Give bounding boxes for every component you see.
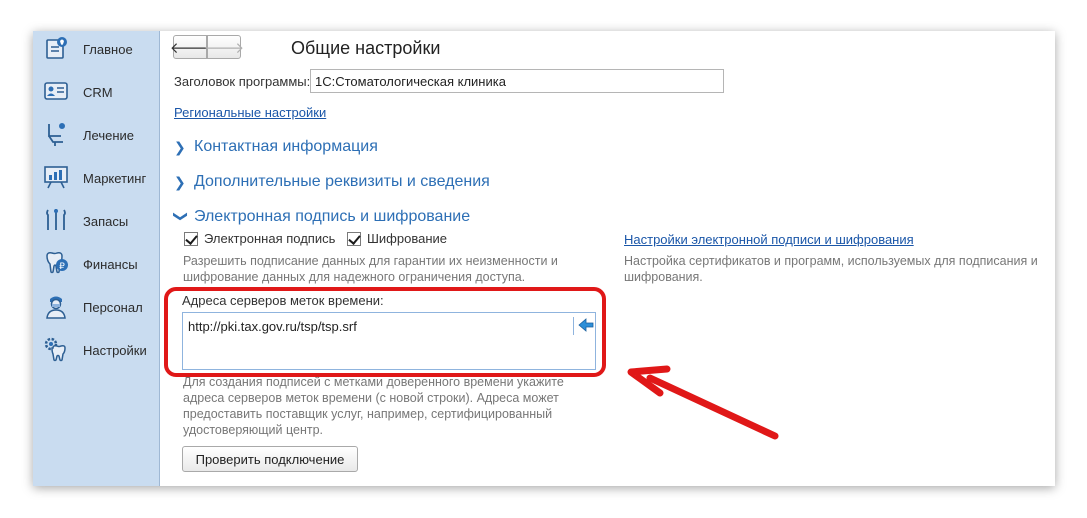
chevron-right-icon: ❯ xyxy=(174,173,186,190)
check-connection-button[interactable]: Проверить подключение xyxy=(182,446,358,472)
program-title-label: Заголовок программы: xyxy=(174,74,311,89)
chart-board-icon xyxy=(44,166,68,189)
svg-text:₽: ₽ xyxy=(59,262,65,272)
sidebar-item-marketing[interactable]: Маркетинг xyxy=(33,160,160,200)
sidebar-item-staff[interactable]: Персонал xyxy=(33,289,160,329)
hint-line: Настройка сертификатов и программ, испол… xyxy=(624,254,1038,268)
checkbox-checked[interactable] xyxy=(184,231,198,246)
home-icon xyxy=(46,37,67,59)
hint-line: удостоверяющий центр. xyxy=(183,423,324,437)
sidebar-item-label: Персонал xyxy=(83,300,143,315)
section-signature-encryption[interactable]: ❯ Электронная подпись и шифрование xyxy=(173,208,471,226)
sidebar-item-crm[interactable]: CRM xyxy=(33,74,160,114)
section-title: Дополнительные реквизиты и сведения xyxy=(194,173,490,190)
settings-form: 🡐 🡒 Общие настройки Заголовок программы:… xyxy=(161,31,1055,486)
section-title: Электронная подпись и шифрование xyxy=(194,208,471,225)
hint-line: Разрешить подписание данных для гарантии… xyxy=(183,254,558,268)
timestamp-servers-hint: Для создания подписей с метками доверенн… xyxy=(183,374,564,438)
hint-line: шифрования. xyxy=(624,270,703,284)
sidebar-item-label: Главное xyxy=(83,42,133,57)
section-title: Контактная информация xyxy=(194,138,378,155)
crm-card-icon xyxy=(44,82,68,100)
signature-settings-hint: Настройка сертификатов и программ, испол… xyxy=(624,253,1038,285)
sidebar-item-treatment[interactable]: Лечение xyxy=(33,117,160,157)
signature-hint: Разрешить подписание данных для гарантии… xyxy=(183,253,558,285)
regional-settings-link[interactable]: Региональные настройки xyxy=(174,105,326,120)
hint-line: предоставить поставщик услуг, например, … xyxy=(183,407,553,421)
sidebar-item-label: Настройки xyxy=(83,343,147,358)
section-contact-info[interactable]: ❯ Контактная информация xyxy=(174,138,378,156)
encryption-checkbox-label: Шифрование xyxy=(367,231,447,246)
section-additional-details[interactable]: ❯ Дополнительные реквизиты и сведения xyxy=(174,173,490,191)
tooth-gear-icon xyxy=(44,337,66,362)
sidebar-item-label: Маркетинг xyxy=(83,171,147,186)
chevron-down-icon: ❯ xyxy=(173,210,190,222)
sidebar-item-label: CRM xyxy=(83,85,113,100)
sidebar-item-label: Финансы xyxy=(83,257,138,272)
sidebar-item-label: Запасы xyxy=(83,214,129,229)
back-button[interactable]: 🡐 xyxy=(170,35,210,59)
forward-button[interactable]: 🡒 xyxy=(204,35,244,59)
app-window: Главное CRM Лечение Маркетинг Запасы ₽ Ф… xyxy=(33,31,1055,486)
dental-chair-icon xyxy=(48,123,65,146)
sidebar-item-finance[interactable]: ₽ Финансы xyxy=(33,246,160,286)
program-title-input[interactable] xyxy=(310,69,724,93)
tooth-ruble-icon: ₽ xyxy=(46,252,68,274)
signature-settings-link[interactable]: Настройки электронной подписи и шифрован… xyxy=(624,232,914,247)
signature-checkbox-label: Электронная подпись xyxy=(204,231,336,246)
sidebar-item-stock[interactable]: Запасы xyxy=(33,203,160,243)
sidebar: Главное CRM Лечение Маркетинг Запасы ₽ Ф… xyxy=(33,31,160,486)
chevron-right-icon: ❯ xyxy=(174,138,186,155)
signature-checkbox[interactable]: Электронная подпись xyxy=(184,231,335,246)
encryption-checkbox[interactable]: Шифрование xyxy=(347,231,447,246)
sidebar-item-main[interactable]: Главное xyxy=(33,31,160,71)
page-title: Общие настройки xyxy=(291,38,441,58)
dental-tools-icon xyxy=(46,209,66,230)
sidebar-item-label: Лечение xyxy=(83,128,135,143)
hint-line: шифрование данных для надежного ограниче… xyxy=(183,270,526,284)
checkbox-checked[interactable] xyxy=(347,231,361,246)
doctor-icon xyxy=(46,296,66,319)
highlight-frame xyxy=(164,287,606,377)
hint-line: адреса серверов меток времени (с новой с… xyxy=(183,391,559,405)
sidebar-item-settings[interactable]: Настройки xyxy=(33,332,160,372)
